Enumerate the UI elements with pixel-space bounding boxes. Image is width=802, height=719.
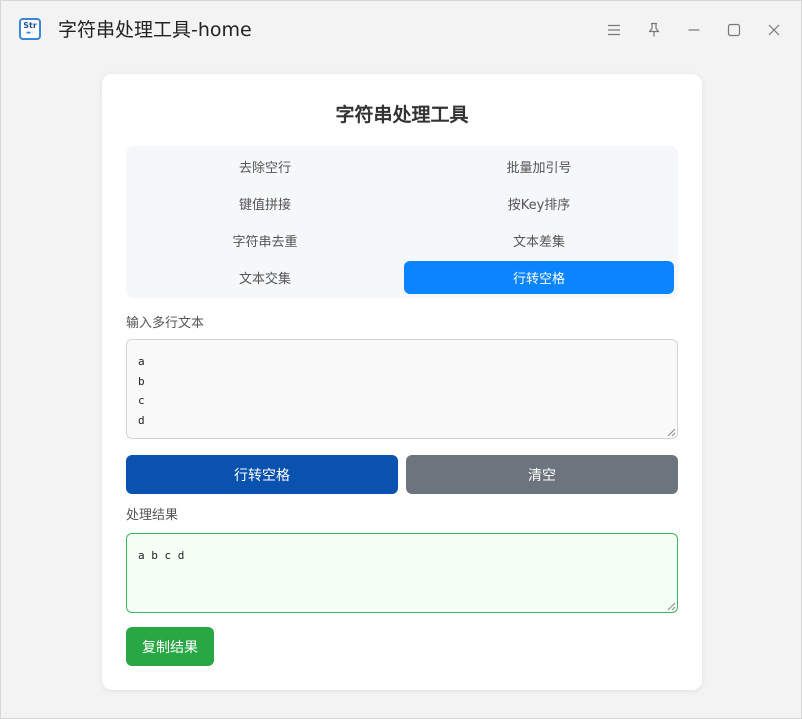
tab-remove-empty-lines[interactable]: 去除空行 [130,150,400,183]
menu-icon[interactable] [604,20,624,40]
app-logo-text: Str [23,21,37,30]
result-label: 处理结果 [126,508,179,523]
result-textarea[interactable]: a b c d [126,533,678,613]
tab-lines-to-spaces[interactable]: 行转空格 [404,261,674,294]
close-icon[interactable] [764,20,784,40]
process-button[interactable]: 行转空格 [126,455,398,494]
maximize-icon[interactable] [724,20,744,40]
tool-tabs: 去除空行 批量加引号 键值拼接 按Key排序 字符串去重 文本差集 文本交集 行… [126,146,678,298]
page-title: 字符串处理工具 [335,104,469,126]
app-logo-icon: Str ▬◦ [19,18,41,40]
minimize-icon[interactable] [684,20,704,40]
input-textarea[interactable]: a b c d [126,339,678,439]
tab-text-intersection[interactable]: 文本交集 [130,261,400,294]
input-label: 输入多行文本 [126,316,205,331]
window-title: 字符串处理工具-home [58,19,252,41]
tab-sort-by-key[interactable]: 按Key排序 [404,187,674,220]
tab-text-difference[interactable]: 文本差集 [404,224,674,257]
main-card: 字符串处理工具 去除空行 批量加引号 键值拼接 按Key排序 字符串去重 文本差… [102,74,702,690]
app-window: Str ▬◦ 字符串处理工具-home 字符串处理工具 去除空行 批量加引号 键… [0,0,802,719]
tab-dedupe[interactable]: 字符串去重 [130,224,400,257]
pin-icon[interactable] [644,20,664,40]
tab-key-value-join[interactable]: 键值拼接 [130,187,400,220]
tab-add-quotes[interactable]: 批量加引号 [404,150,674,183]
clear-button[interactable]: 清空 [406,455,678,494]
resize-handle-icon[interactable] [667,428,676,437]
title-bar[interactable]: Str ▬◦ 字符串处理工具-home [1,1,801,59]
resize-handle-icon[interactable] [667,602,676,611]
copy-result-button[interactable]: 复制结果 [126,627,214,666]
